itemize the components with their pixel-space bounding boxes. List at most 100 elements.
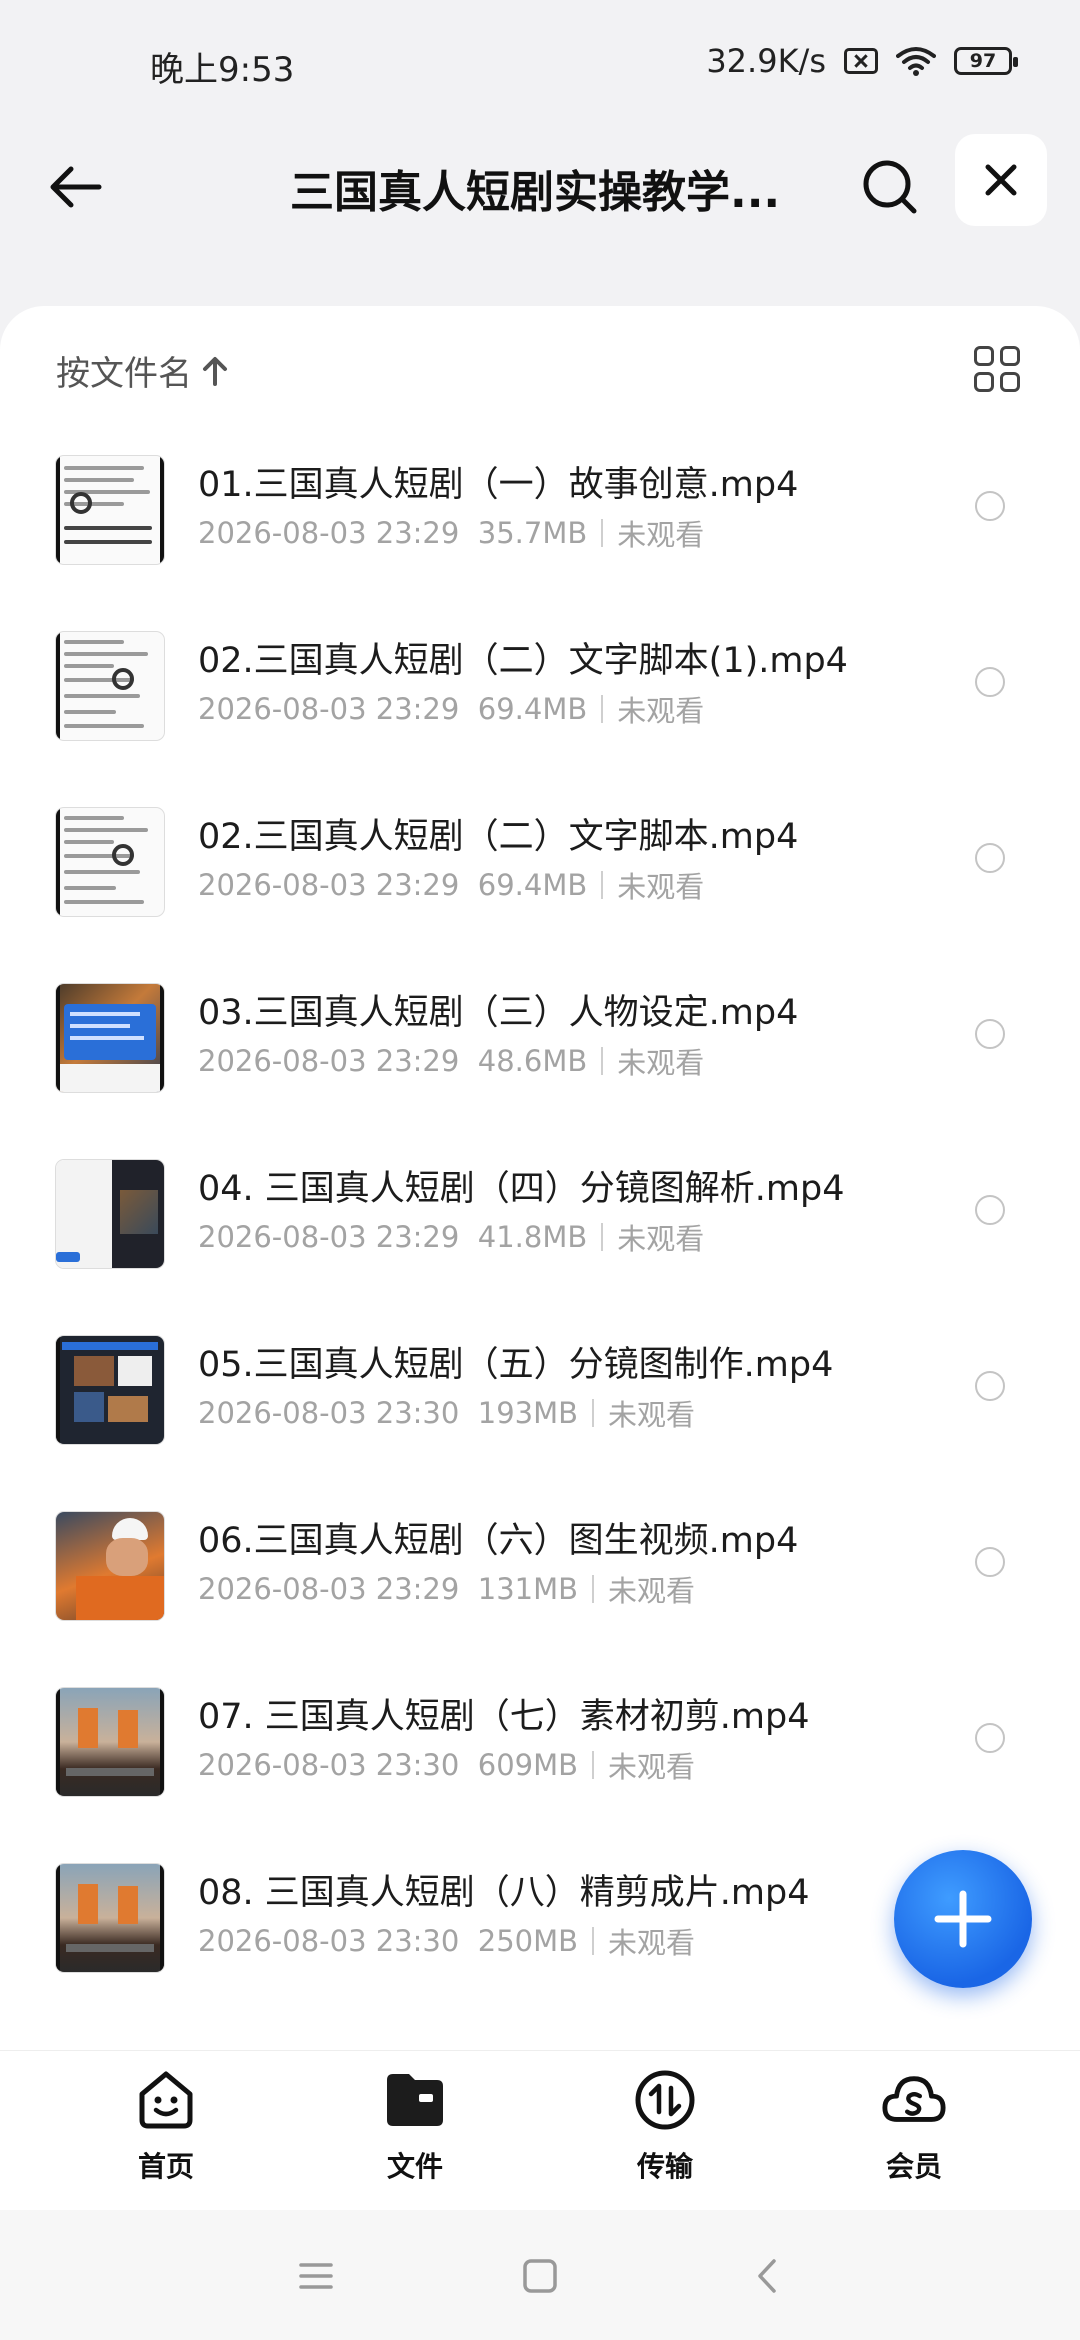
arrow-left-icon: [50, 166, 102, 208]
video-thumbnail: [56, 632, 164, 740]
file-date: 2026-08-03 23:29: [198, 692, 460, 726]
select-checkbox[interactable]: [975, 1195, 1005, 1225]
search-icon: [863, 160, 917, 214]
watch-status: 未观看: [608, 1926, 696, 1960]
video-thumbnail: [56, 1160, 164, 1268]
list-item[interactable]: 02.三国真人短剧（二）文字脚本(1).mp4 2026-08-03 23:29…: [0, 622, 1080, 798]
home-square-icon[interactable]: [516, 2252, 564, 2300]
file-size: 131MB: [477, 1572, 579, 1606]
list-item[interactable]: 04. 三国真人短剧（四）分镜图解析.mp4 2026-08-03 23:29 …: [0, 1150, 1080, 1326]
file-list: 01.三国真人短剧（一）故事创意.mp4 2026-08-03 23:29 35…: [0, 446, 1080, 2030]
nav-label-home: 首页: [137, 2150, 194, 2183]
file-name: 02.三国真人短剧（二）文字脚本(1).mp4: [198, 641, 848, 681]
menu-icon[interactable]: [292, 2252, 340, 2300]
file-name: 03.三国真人短剧（三）人物设定.mp4: [198, 993, 799, 1033]
status-indicators: 32.9K/s 97: [706, 42, 1018, 80]
back-triangle-icon[interactable]: [744, 2252, 792, 2300]
nav-item-files[interactable]: 文件: [335, 2067, 495, 2185]
arrow-up-icon: [203, 356, 227, 386]
sort-label: 按文件名: [56, 354, 192, 394]
page-title: 三国真人短剧实操教学...: [290, 167, 781, 218]
meta-divider: [601, 1047, 604, 1075]
wifi-icon: [896, 47, 936, 76]
video-thumbnail: [56, 456, 164, 564]
video-thumbnail: [56, 1512, 164, 1620]
file-name: 06.三国真人短剧（六）图生视频.mp4: [198, 1521, 799, 1561]
add-button[interactable]: [894, 1850, 1032, 1988]
file-meta: 2026-08-03 23:29 35.7MB 未观看: [198, 512, 704, 554]
list-item[interactable]: 03.三国真人短剧（三）人物设定.mp4 2026-08-03 23:29 48…: [0, 974, 1080, 1150]
select-checkbox[interactable]: [975, 1019, 1005, 1049]
select-checkbox[interactable]: [975, 1547, 1005, 1577]
transfer-icon: [632, 2067, 698, 2133]
file-meta: 2026-08-03 23:30 193MB 未观看: [198, 1392, 695, 1434]
file-name: 08. 三国真人短剧（八）精剪成片.mp4: [198, 1873, 810, 1913]
battery-level: 97: [969, 50, 997, 72]
system-nav-bar: [0, 2210, 1080, 2340]
file-date: 2026-08-03 23:29: [198, 516, 460, 550]
meta-divider: [601, 871, 604, 899]
file-meta: 2026-08-03 23:29 69.4MB 未观看: [198, 864, 704, 906]
file-size: 193MB: [477, 1396, 579, 1430]
video-thumbnail: [56, 1336, 164, 1444]
list-item[interactable]: 02.三国真人短剧（二）文字脚本.mp4 2026-08-03 23:29 69…: [0, 798, 1080, 974]
watch-status: 未观看: [617, 518, 705, 552]
file-size: 35.7MB: [477, 516, 588, 550]
grid-view-icon[interactable]: [970, 342, 1026, 398]
list-item[interactable]: 06.三国真人短剧（六）图生视频.mp4 2026-08-03 23:29 13…: [0, 1502, 1080, 1678]
select-checkbox[interactable]: [975, 1723, 1005, 1753]
search-button[interactable]: [855, 152, 925, 222]
file-name: 07. 三国真人短剧（七）素材初剪.mp4: [198, 1697, 810, 1737]
nav-item-vip[interactable]: 会员: [834, 2067, 994, 2185]
file-date: 2026-08-03 23:30: [198, 1924, 460, 1958]
file-meta: 2026-08-03 23:30 250MB 未观看: [198, 1920, 695, 1962]
file-size: 69.4MB: [477, 868, 588, 902]
nav-label-vip: 会员: [885, 2150, 942, 2183]
file-size: 48.6MB: [477, 1044, 588, 1078]
close-button[interactable]: [955, 134, 1047, 226]
video-thumbnail: [56, 1864, 164, 1972]
file-date: 2026-08-03 23:30: [198, 1748, 460, 1782]
meta-divider: [601, 519, 604, 547]
list-item[interactable]: 01.三国真人短剧（一）故事创意.mp4 2026-08-03 23:29 35…: [0, 446, 1080, 622]
select-checkbox[interactable]: [975, 1371, 1005, 1401]
file-size: 250MB: [477, 1924, 579, 1958]
select-checkbox[interactable]: [975, 843, 1005, 873]
meta-divider: [601, 1223, 604, 1251]
file-name: 04. 三国真人短剧（四）分镜图解析.mp4: [198, 1169, 845, 1209]
app-header: 三国真人短剧实操教学...: [0, 130, 1080, 240]
battery-icon: 97: [954, 47, 1018, 75]
close-icon: [985, 164, 1017, 196]
file-date: 2026-08-03 23:30: [198, 1396, 460, 1430]
file-name: 01.三国真人短剧（一）故事创意.mp4: [198, 465, 799, 505]
list-item[interactable]: 05.三国真人短剧（五）分镜图制作.mp4 2026-08-03 23:30 1…: [0, 1326, 1080, 1502]
select-checkbox[interactable]: [975, 667, 1005, 697]
nav-item-transfer[interactable]: 传输: [585, 2067, 745, 2185]
watch-status: 未观看: [617, 870, 705, 904]
watch-status: 未观看: [617, 1046, 705, 1080]
video-thumbnail: [56, 808, 164, 916]
plus-icon: [934, 1890, 992, 1948]
select-checkbox[interactable]: [975, 491, 1005, 521]
file-date: 2026-08-03 23:29: [198, 868, 460, 902]
sim-off-icon: [844, 48, 878, 74]
meta-divider: [592, 1927, 595, 1955]
list-item[interactable]: 07. 三国真人短剧（七）素材初剪.mp4 2026-08-03 23:30 6…: [0, 1678, 1080, 1854]
file-date: 2026-08-03 23:29: [198, 1572, 460, 1606]
file-meta: 2026-08-03 23:29 48.6MB 未观看: [198, 1040, 704, 1082]
meta-divider: [592, 1751, 595, 1779]
file-meta: 2026-08-03 23:29 131MB 未观看: [198, 1568, 695, 1610]
nav-item-home[interactable]: 首页: [86, 2067, 246, 2185]
nav-label-files: 文件: [386, 2150, 443, 2183]
video-thumbnail: [56, 984, 164, 1092]
back-button[interactable]: [40, 152, 110, 222]
file-name: 05.三国真人短剧（五）分镜图制作.mp4: [198, 1345, 834, 1385]
sort-toggle[interactable]: 按文件名: [56, 346, 228, 395]
watch-status: 未观看: [617, 694, 705, 728]
watch-status: 未观看: [608, 1398, 696, 1432]
file-date: 2026-08-03 23:29: [198, 1220, 460, 1254]
file-meta: 2026-08-03 23:30 609MB 未观看: [198, 1744, 695, 1786]
file-meta: 2026-08-03 23:29 69.4MB 未观看: [198, 688, 704, 730]
video-thumbnail: [56, 1688, 164, 1796]
file-size: 609MB: [477, 1748, 579, 1782]
